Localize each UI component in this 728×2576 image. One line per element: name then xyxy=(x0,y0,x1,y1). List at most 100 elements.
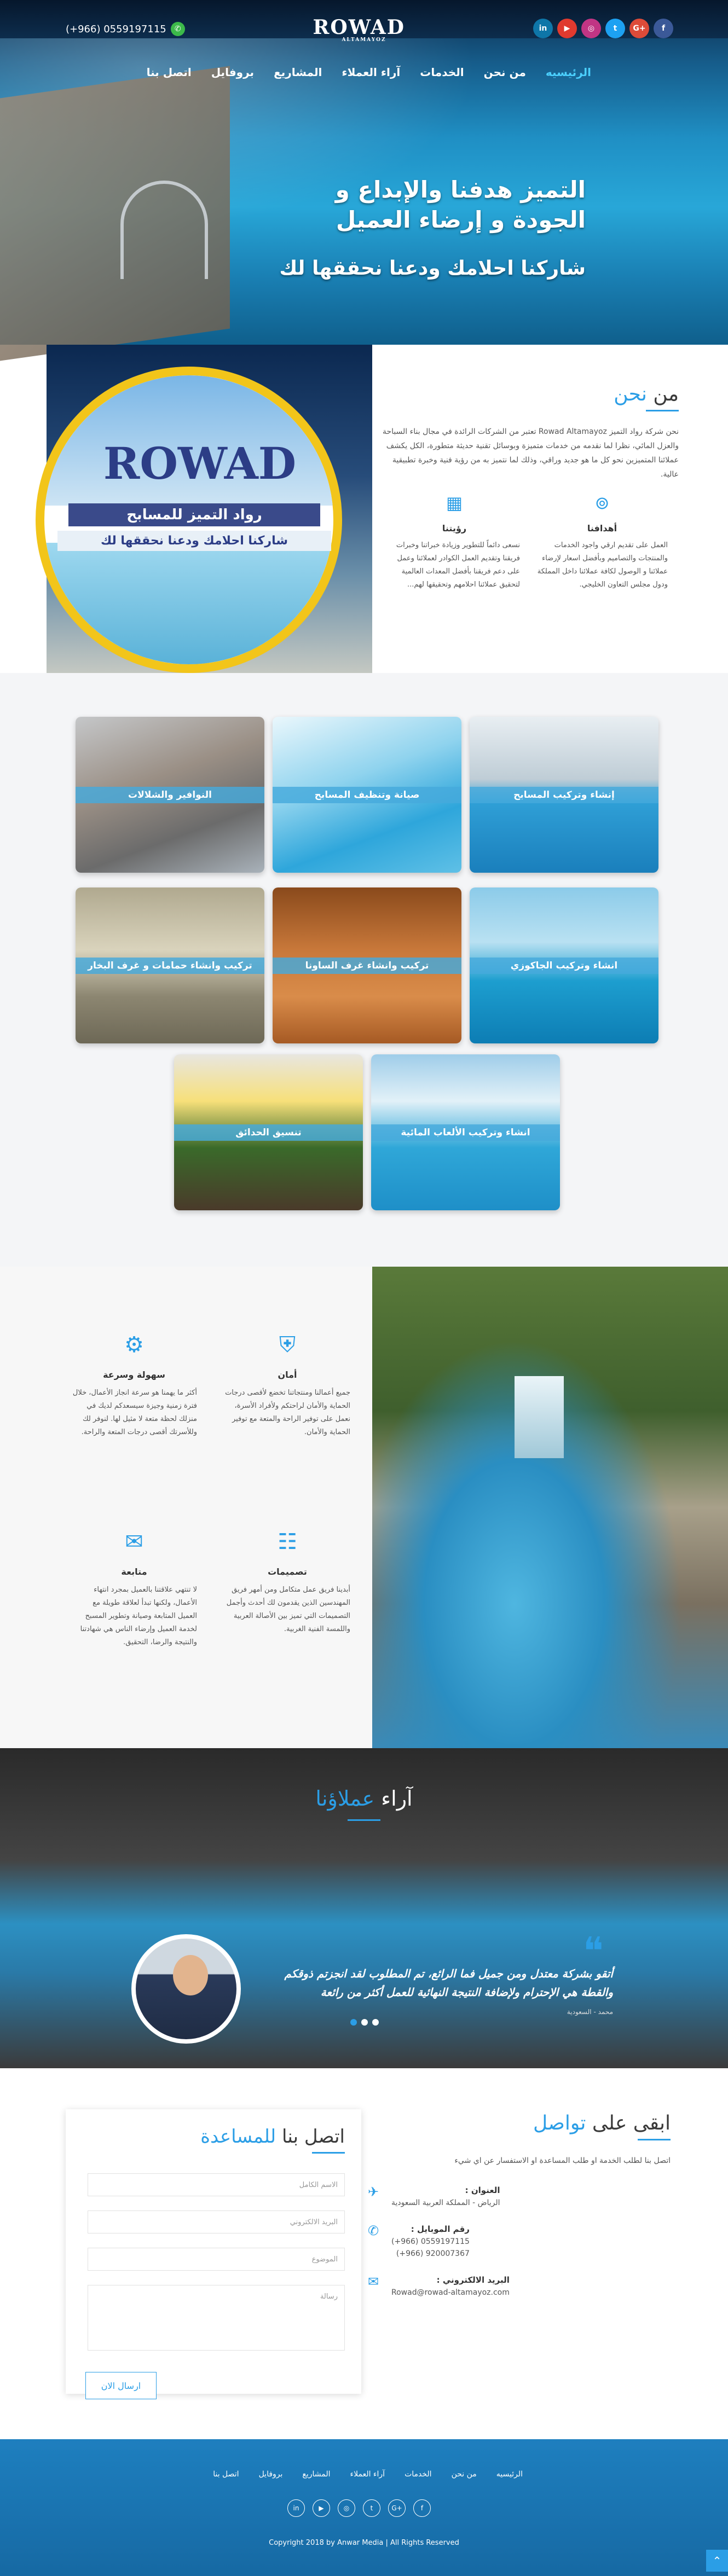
whatsapp-icon: ✆ xyxy=(170,22,185,36)
service-card[interactable]: تنسيق الحدائق xyxy=(174,1054,363,1210)
instagram-icon[interactable]: ◎ xyxy=(338,2499,355,2517)
services-section: إنشاء وتركيب المسابح صيانة وتنظيف المساب… xyxy=(0,673,728,1267)
footer-nav-profile[interactable]: بروفايل xyxy=(259,2470,283,2479)
phone-icon: ✆ xyxy=(367,2223,379,2238)
nav-about[interactable]: من نحن xyxy=(484,66,526,79)
name-input[interactable]: الاسم الكامل xyxy=(88,2173,345,2196)
facebook-icon[interactable]: f xyxy=(654,19,673,38)
carousel-dot-active[interactable] xyxy=(350,2019,357,2026)
avatar xyxy=(131,1934,241,2044)
service-card[interactable]: انشاء وتركيب الجاكوزي xyxy=(470,887,658,1043)
linkedin-icon[interactable]: in xyxy=(287,2499,305,2517)
nav-contact[interactable]: اتصل بنا xyxy=(147,66,192,79)
circle-pool xyxy=(44,543,333,664)
youtube-icon[interactable]: ▶ xyxy=(313,2499,330,2517)
about-image-line2: شاركنا احلامك ودعنا نحققها لك xyxy=(57,531,331,551)
chat-icon: ✉ xyxy=(125,1529,143,1554)
nav-testimonials[interactable]: آراء العملاء xyxy=(342,66,400,79)
phone-value-2[interactable]: (+966) 920007367 xyxy=(396,2248,470,2260)
footer-nav-services[interactable]: الخدمات xyxy=(405,2470,432,2479)
scroll-top-button[interactable]: ⌃ xyxy=(706,2550,728,2572)
about-image: ROWAD رواد التميز للمسابح شاركنا احلامك … xyxy=(36,345,372,673)
chevron-up-icon: ⌃ xyxy=(712,2554,722,2567)
email-label: البريد الالكتروني : xyxy=(436,2275,510,2285)
copyright: Copyright 2018 by Anwar Media | All Righ… xyxy=(269,2539,459,2547)
twitter-icon[interactable]: t xyxy=(363,2499,380,2517)
instagram-icon[interactable]: ◎ xyxy=(581,19,601,38)
footer-nav-contact[interactable]: اتصل بنا xyxy=(213,2470,239,2479)
service-label: إنشاء وتركيب المسابح xyxy=(470,787,658,803)
about-paragraph: نحن شركة رواد التميز Rowad Altamayoz تعت… xyxy=(382,427,679,479)
youtube-icon[interactable]: ▶ xyxy=(557,19,577,38)
feature-text: لا تنتهي علاقتنا بالعميل بمجرد انتهاء ال… xyxy=(80,1586,197,1646)
nav-profile[interactable]: بروفايل xyxy=(211,66,254,79)
contact-underline xyxy=(638,2139,671,2140)
address-value: الرياض - المملكة العربية السعودية xyxy=(391,2198,500,2207)
service-card[interactable]: النوافير والشلالات xyxy=(76,717,264,873)
googleplus-icon[interactable]: G+ xyxy=(629,19,649,38)
target-icon: ⊚ xyxy=(594,492,610,513)
waterfall xyxy=(515,1376,564,1458)
header-phone[interactable]: ✆ (+966) 0559197115 xyxy=(66,22,185,36)
feature-text: جميع أعمالنا ومنتجاتنا تخضع لأقصى درجات … xyxy=(225,1389,350,1436)
service-card[interactable]: تركيب وانشاء غرف الساونا xyxy=(273,887,461,1043)
testimonials-underline xyxy=(348,1819,380,1821)
pool-ladder xyxy=(120,181,208,279)
service-label: انشاء وتركيب الألعاب المائية xyxy=(371,1124,560,1141)
service-card[interactable]: صيانة وتنظيف المسابح xyxy=(273,717,461,873)
avatar-head xyxy=(173,1955,208,1995)
hero-subtitle: شاركنا احلامك ودعنا نحققها لك xyxy=(279,257,586,280)
subject-input[interactable]: الموضوع xyxy=(88,2248,345,2271)
linkedin-icon[interactable]: in xyxy=(533,19,553,38)
goals-text: العمل على تقديم ارقي واجود الخدمات والمن… xyxy=(537,541,668,589)
contact-info: ابقى على تواصل اتصل بنا لطلب الخدمة او ط… xyxy=(364,2112,671,2313)
service-label: تنسيق الحدائق xyxy=(174,1124,363,1141)
nav-projects[interactable]: المشاريع xyxy=(274,66,322,79)
header-socials: in ▶ ◎ t G+ f xyxy=(533,19,673,38)
feature-title: أمان xyxy=(278,1370,297,1380)
features-section: ⛨ أمان جميع أعمالنا ومنتجاتنا تخضع لأقصى… xyxy=(0,1267,372,1748)
twitter-icon[interactable]: t xyxy=(605,19,625,38)
nav-services[interactable]: الخدمات xyxy=(420,66,464,79)
feature-text: أكثر ما يهمنا هو سرعة انجاز الأعمال، خلا… xyxy=(72,1389,197,1436)
goals-title: أهدافنا xyxy=(587,523,617,533)
footer-socials: in ▶ ◎ t G+ f xyxy=(287,2499,431,2517)
phone-value-1[interactable]: (+966) 0559197115 xyxy=(391,2236,470,2248)
carousel-dot[interactable] xyxy=(372,2019,379,2026)
service-card[interactable]: تركيب وانشاء حمامات و غرف البخار xyxy=(76,887,264,1043)
lightning-icon: ⚙ xyxy=(124,1332,144,1357)
googleplus-icon[interactable]: G+ xyxy=(388,2499,406,2517)
testimonials-title: آراء عملاؤنا xyxy=(0,1786,728,1811)
feature-text: أبدينا فريق عمل متكامل ومن أمهر فريق الم… xyxy=(226,1586,350,1633)
envelope-icon: ✉ xyxy=(367,2274,379,2289)
carousel-dot[interactable] xyxy=(361,2019,368,2026)
contact-phone: رقم الموبايل : (+966) 0559197115 (+966) 92… xyxy=(364,2223,671,2260)
contact-form: اتصل بنا للمساعدة الاسم الكامل البريد ال… xyxy=(66,2109,361,2399)
feature-title: متابعة xyxy=(121,1567,147,1577)
email-value[interactable]: Rowad@rowad-altamayoz.com xyxy=(391,2288,510,2297)
service-label: تركيب وانشاء غرف الساونا xyxy=(273,958,461,974)
message-textarea[interactable]: رسالة xyxy=(88,2285,345,2351)
about-image-brand: ROWAD xyxy=(103,438,297,489)
facebook-icon[interactable]: f xyxy=(413,2499,431,2517)
footer-nav-testimonials[interactable]: آراء العملاء xyxy=(350,2470,385,2479)
contact-address: العنوان : الرياض - المملكة العربية السعود… xyxy=(364,2184,671,2209)
form-title-pre: اتصل بنا xyxy=(281,2126,345,2148)
form-title: اتصل بنا للمساعدة xyxy=(82,2126,345,2148)
footer-nav-projects[interactable]: المشاريع xyxy=(302,2470,330,2479)
team-icon: ☷ xyxy=(278,1529,297,1554)
send-button[interactable]: ارسال الان xyxy=(85,2372,157,2399)
service-label: النوافير والشلالات xyxy=(76,787,264,803)
vision-title: رؤيتنا xyxy=(442,523,467,533)
service-card[interactable]: انشاء وتركيب الألعاب المائية xyxy=(371,1054,560,1210)
footer-nav-home[interactable]: الرئيسيه xyxy=(496,2470,523,2479)
service-label: انشاء وتركيب الجاكوزي xyxy=(470,958,658,974)
nav-home[interactable]: الرئيسيه xyxy=(546,66,591,79)
email-input[interactable]: البريد الالكتروني xyxy=(88,2211,345,2233)
service-card[interactable]: إنشاء وتركيب المسابح xyxy=(470,717,658,873)
site-logo[interactable]: ROWAD ALTAMAYOZ xyxy=(313,11,405,44)
form-underline xyxy=(312,2152,345,2154)
about-title-pre: من xyxy=(653,383,679,405)
form-title-hl: للمساعدة xyxy=(200,2126,276,2148)
footer-nav-about[interactable]: من نحن xyxy=(452,2470,477,2479)
